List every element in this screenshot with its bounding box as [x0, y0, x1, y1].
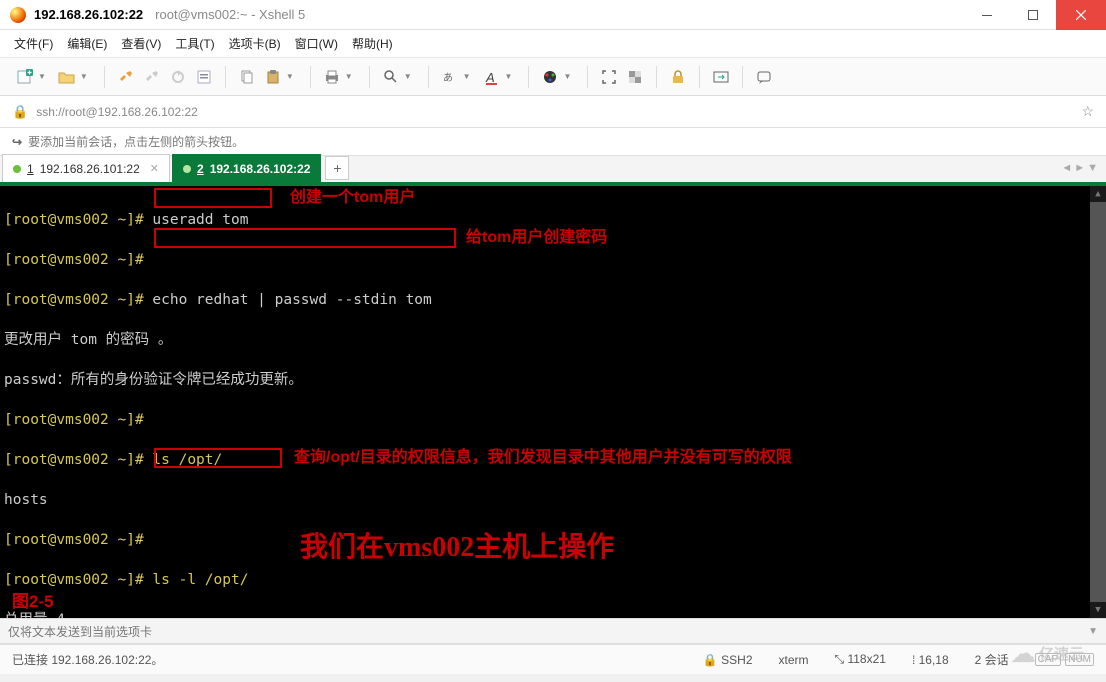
- session-tabs: 1 192.168.26.101:22 ✕ 2 192.168.26.102:2…: [0, 156, 1106, 186]
- annotation-box-ls-ld: [154, 448, 282, 468]
- output: hosts: [4, 492, 48, 508]
- annotation-box-passwd: [154, 228, 456, 248]
- lock-indicator-icon: 🔒: [12, 104, 28, 120]
- tab-label: 192.168.26.102:22: [210, 162, 311, 176]
- menu-edit[interactable]: 编辑(E): [67, 35, 107, 52]
- tab-index: 1: [27, 162, 34, 176]
- tab-nav-arrows[interactable]: ◄►▼: [1061, 162, 1098, 174]
- connect-icon[interactable]: [115, 66, 137, 88]
- maximize-button[interactable]: [1010, 0, 1056, 30]
- disconnect-icon[interactable]: [141, 66, 163, 88]
- window-title-sub: root@vms002:~ - Xshell 5: [155, 7, 305, 22]
- scroll-down-icon[interactable]: ▼: [1090, 602, 1106, 618]
- status-bar: 已连接 192.168.26.102:22。 🔒 SSH2 xterm ⤡ 11…: [0, 644, 1106, 674]
- svg-text:A: A: [485, 70, 495, 85]
- hint-bar: ↪ 要添加当前会话，点击左侧的箭头按钮。: [0, 128, 1106, 156]
- status-term: xterm: [779, 653, 809, 667]
- fullscreen-icon[interactable]: [598, 66, 620, 88]
- bookmark-star-icon[interactable]: ☆: [1081, 103, 1094, 120]
- address-url[interactable]: ssh://root@192.168.26.102:22: [36, 105, 198, 119]
- lock-status-icon: 🔒: [703, 653, 721, 667]
- print-icon[interactable]: [321, 66, 343, 88]
- status-dot-icon: [13, 165, 21, 173]
- properties-icon[interactable]: [193, 66, 215, 88]
- font-icon[interactable]: A: [481, 66, 503, 88]
- watermark-text: 亿速云: [1039, 643, 1084, 664]
- prompt: [root@vms002 ~]#: [4, 532, 152, 548]
- reconnect-icon[interactable]: [167, 66, 189, 88]
- new-session-icon[interactable]: [14, 66, 36, 88]
- scroll-up-icon[interactable]: ▲: [1090, 186, 1106, 202]
- toolbar: ▼ ▼ ▼ ▼ ▼ あ▼ A▼ ▼: [0, 58, 1106, 96]
- svg-text:あ: あ: [443, 72, 453, 84]
- status-protocol: SSH2: [721, 653, 752, 667]
- menu-bar: 文件(F) 编辑(E) 查看(V) 工具(T) 选项卡(B) 窗口(W) 帮助(…: [0, 30, 1106, 58]
- find-icon[interactable]: [380, 66, 402, 88]
- address-bar: 🔒 ssh://root@192.168.26.102:22 ☆: [0, 96, 1106, 128]
- tab-add-button[interactable]: +: [325, 156, 349, 180]
- help-icon[interactable]: [753, 66, 775, 88]
- status-cursor: 16,18: [919, 653, 949, 667]
- menu-tools[interactable]: 工具(T): [175, 35, 214, 52]
- xftp-icon[interactable]: [710, 66, 732, 88]
- lock-icon[interactable]: [667, 66, 689, 88]
- annotation-useradd: 创建一个tom用户: [290, 188, 415, 208]
- menu-file[interactable]: 文件(F): [14, 35, 53, 52]
- tab-session-2[interactable]: 2 192.168.26.102:22: [172, 154, 321, 182]
- paste-icon[interactable]: [262, 66, 284, 88]
- annotation-passwd: 给tom用户创建密码: [466, 228, 607, 248]
- app-icon: [10, 7, 26, 23]
- menu-window[interactable]: 窗口(W): [295, 35, 338, 52]
- hint-text: 要添加当前会话，点击左侧的箭头按钮。: [28, 133, 244, 150]
- annotation-ls-ld: 查询/opt/目录的权限信息，我们发现目录中其他用户并没有可写的权限: [294, 448, 792, 468]
- open-icon[interactable]: [56, 66, 78, 88]
- output: 总用量 4: [4, 612, 65, 618]
- tab-index: 2: [197, 162, 204, 176]
- close-button[interactable]: [1056, 0, 1106, 30]
- prompt: [root@vms002 ~]#: [4, 212, 152, 228]
- status-sessions: 2 会话: [975, 651, 1009, 668]
- status-dot-icon: [183, 165, 191, 173]
- status-size: 118x21: [847, 652, 885, 666]
- cursor-pos-icon: ⁞: [912, 653, 919, 667]
- annotation-main: 我们在vms002主机上操作: [300, 538, 614, 558]
- annotation-figure: 图2-5: [12, 592, 54, 612]
- terminal[interactable]: [root@vms002 ~]# useradd tom [root@vms00…: [0, 186, 1106, 618]
- prompt: [root@vms002 ~]#: [4, 292, 152, 308]
- tab-close-icon[interactable]: ✕: [150, 162, 159, 175]
- compose-bar[interactable]: 仅将文本发送到当前选项卡 ▼: [0, 618, 1106, 644]
- prompt: [root@vms002 ~]#: [4, 412, 152, 428]
- cmd-passwd: echo redhat | passwd --stdin tom: [152, 292, 431, 308]
- add-session-arrow-icon[interactable]: ↪: [12, 135, 22, 149]
- output: passwd：所有的身份验证令牌已经成功更新。: [4, 372, 303, 388]
- annotation-box-useradd: [154, 188, 272, 208]
- prompt: [root@vms002 ~]#: [4, 252, 152, 268]
- watermark: ☁ 亿速云: [1010, 634, 1100, 672]
- transparency-icon[interactable]: [624, 66, 646, 88]
- resize-icon: ⤡: [835, 652, 848, 666]
- prompt-cmd: [root@vms002 ~]# ls -l /opt/: [4, 572, 248, 588]
- cmd-useradd: useradd tom: [152, 212, 248, 228]
- tab-label: 192.168.26.101:22: [40, 162, 140, 176]
- window-title-ip: 192.168.26.102:22: [34, 7, 143, 22]
- menu-view[interactable]: 查看(V): [121, 35, 161, 52]
- window-controls: [964, 0, 1106, 30]
- copy-icon[interactable]: [236, 66, 258, 88]
- menu-tabs[interactable]: 选项卡(B): [229, 35, 281, 52]
- cloud-icon: ☁: [1010, 638, 1036, 669]
- menu-help[interactable]: 帮助(H): [352, 35, 393, 52]
- title-bar: 192.168.26.102:22 root@vms002:~ - Xshell…: [0, 0, 1106, 30]
- output: 更改用户 tom 的密码 。: [4, 332, 172, 348]
- minimize-button[interactable]: [964, 0, 1010, 30]
- color-scheme-icon[interactable]: [539, 66, 561, 88]
- status-connected: 已连接 192.168.26.102:22。: [12, 651, 163, 668]
- compose-placeholder: 仅将文本发送到当前选项卡: [8, 623, 152, 640]
- terminal-scrollbar[interactable]: ▲ ▼: [1090, 186, 1106, 618]
- tab-session-1[interactable]: 1 192.168.26.101:22 ✕: [2, 154, 170, 182]
- encoding-icon[interactable]: あ: [439, 66, 461, 88]
